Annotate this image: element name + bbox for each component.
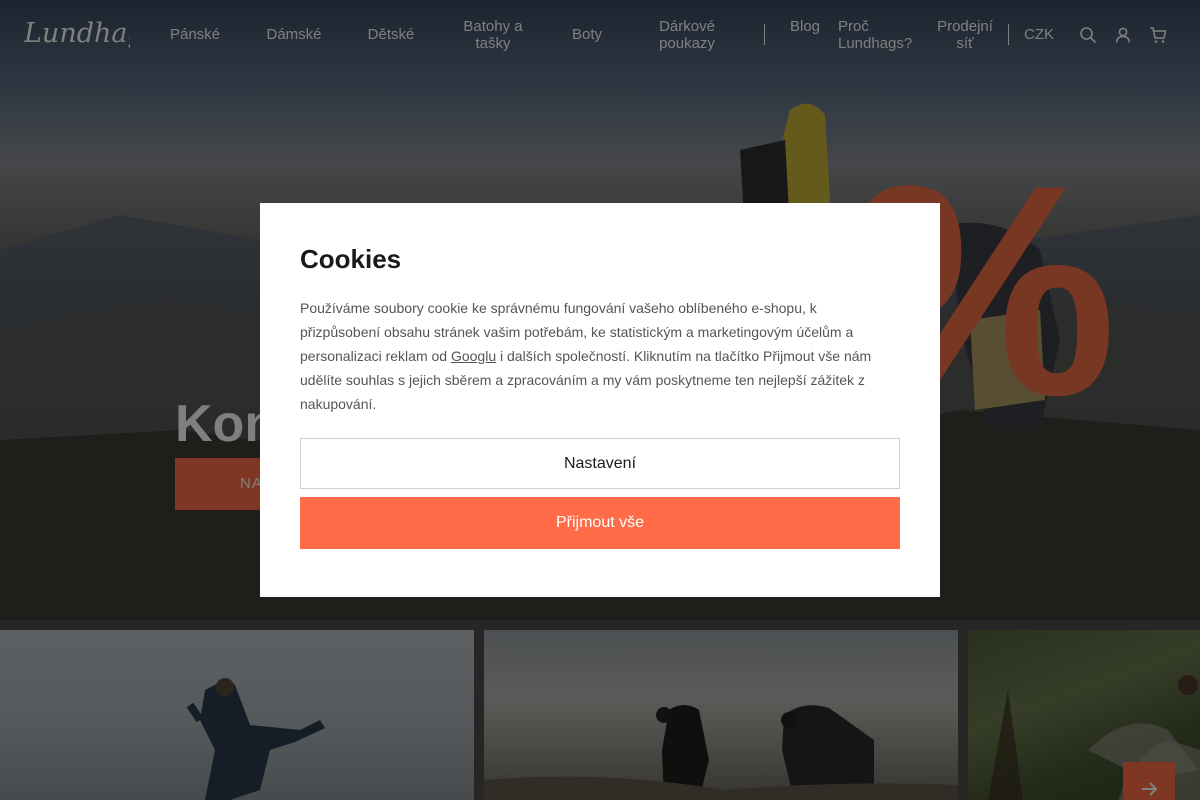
- cookie-consent-dialog: Cookies Používáme soubory cookie ke sprá…: [260, 203, 940, 597]
- cookie-dialog-title: Cookies: [300, 244, 402, 274]
- google-link[interactable]: Googlu: [451, 348, 496, 364]
- cookie-dialog-text: Používáme soubory cookie ke správnému fu…: [300, 296, 900, 416]
- cookie-settings-button[interactable]: Nastavení: [300, 438, 900, 489]
- accept-all-button[interactable]: Přijmout vše: [300, 497, 900, 549]
